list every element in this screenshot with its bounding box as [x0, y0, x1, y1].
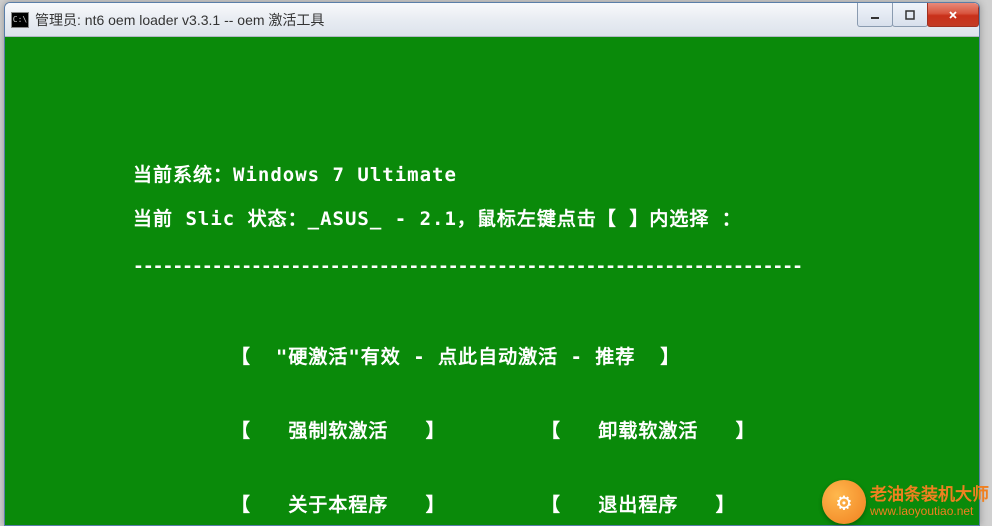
option-exit[interactable]: 【 退出程序 】 — [541, 493, 736, 518]
minimize-icon — [869, 9, 881, 21]
slic-label: 当前 Slic 状态： — [133, 208, 308, 230]
window-controls — [858, 3, 979, 27]
option-recommend[interactable]: 【 "硬激活"有效 - 点此自动激活 - 推荐 】 — [231, 345, 680, 370]
console-area: 当前系统：Windows 7 Ultimate 当前 Slic 状态：_ASUS… — [5, 37, 979, 525]
divider: ----------------------------------------… — [133, 255, 802, 278]
maximize-icon — [904, 9, 916, 21]
slic-value: _ASUS_ - 2.1 — [308, 208, 457, 230]
option-uninstall[interactable]: 【 卸载软激活 】 — [541, 419, 756, 444]
close-icon — [947, 9, 959, 21]
slic-info-line: 当前 Slic 状态：_ASUS_ - 2.1，鼠标左键点击【 】内选择 ： — [133, 207, 742, 232]
maximize-button[interactable] — [892, 3, 928, 27]
close-button[interactable] — [927, 3, 979, 27]
titlebar[interactable]: C:\ 管理员: nt6 oem loader v3.3.1 -- oem 激活… — [5, 3, 979, 37]
app-window: C:\ 管理员: nt6 oem loader v3.3.1 -- oem 激活… — [4, 2, 980, 526]
slic-hint: ，鼠标左键点击【 】内选择 ： — [457, 208, 742, 230]
system-value: Windows 7 Ultimate — [233, 164, 457, 186]
window-title: 管理员: nt6 oem loader v3.3.1 -- oem 激活工具 — [35, 10, 324, 30]
system-info-line: 当前系统：Windows 7 Ultimate — [133, 163, 457, 188]
cmd-icon-text: C:\ — [13, 15, 27, 24]
option-about[interactable]: 【 关于本程序 】 — [231, 493, 446, 518]
system-label: 当前系统： — [133, 164, 233, 186]
cmd-icon: C:\ — [11, 12, 29, 28]
option-force-activate[interactable]: 【 强制软激活 】 — [231, 419, 446, 444]
minimize-button[interactable] — [857, 3, 893, 27]
